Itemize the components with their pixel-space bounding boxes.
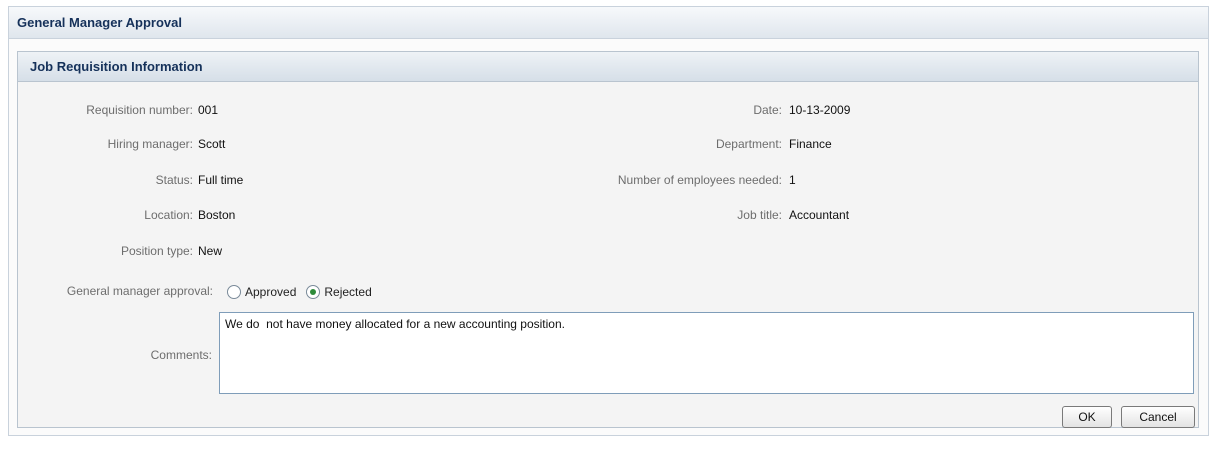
cancel-button[interactable]: Cancel xyxy=(1121,406,1195,428)
location-value: Boston xyxy=(198,208,236,222)
status-label: Status: xyxy=(155,173,193,187)
panel-title: General Manager Approval xyxy=(9,7,1208,39)
radio-rejected-label: Rejected xyxy=(324,285,372,299)
employees-needed-value: 1 xyxy=(789,173,796,187)
radio-rejected-circle[interactable] xyxy=(306,285,321,299)
requisition-number-value: 001 xyxy=(198,103,219,117)
approval-radio-group: Approved Rejected xyxy=(227,284,382,300)
radio-approved[interactable]: Approved xyxy=(227,285,296,299)
radio-approved-circle[interactable] xyxy=(227,285,241,299)
requisition-number-label: Requisition number: xyxy=(86,103,193,117)
position-type-value: New xyxy=(198,244,223,258)
status-value: Full time xyxy=(198,173,244,187)
location-label: Location: xyxy=(144,208,193,222)
date-value: 10-13-2009 xyxy=(789,103,851,117)
job-title-label: Job title: xyxy=(737,208,782,222)
employees-needed-label: Number of employees needed: xyxy=(617,173,782,187)
department-value: Finance xyxy=(789,137,832,151)
comments-label: Comments: xyxy=(150,348,212,362)
hiring-manager-value: Scott xyxy=(198,137,226,151)
radio-approved-label: Approved xyxy=(245,285,297,299)
position-type-label: Position type: xyxy=(120,244,193,258)
hiring-manager-label: Hiring manager: xyxy=(107,137,193,151)
section-title: Job Requisition Information xyxy=(18,52,1198,82)
department-label: Department: xyxy=(715,137,782,151)
job-title-value: Accountant xyxy=(789,208,850,222)
approval-label: General manager approval: xyxy=(66,284,213,298)
date-label: Date: xyxy=(753,103,782,117)
ok-button[interactable]: OK xyxy=(1062,406,1112,428)
radio-rejected[interactable]: Rejected xyxy=(306,285,372,299)
comments-textarea[interactable]: We do not have money allocated for a new… xyxy=(219,312,1194,394)
